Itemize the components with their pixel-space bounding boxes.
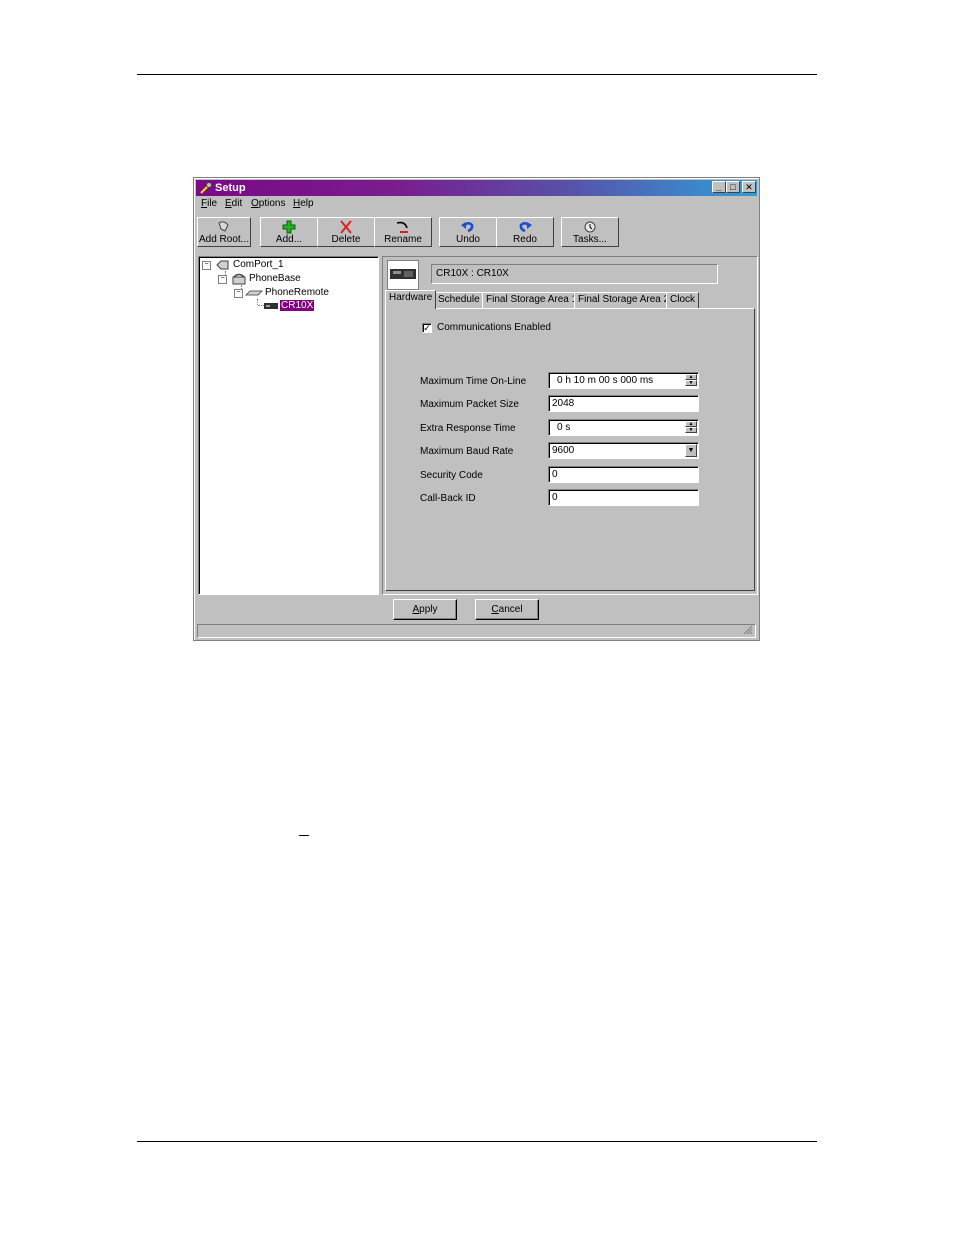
extra-response-time-field[interactable]: 0 s ▲ ▼ — [548, 419, 699, 436]
undo-button[interactable]: Undo — [439, 217, 497, 247]
security-code-field[interactable]: 0 — [548, 466, 699, 483]
page-top-rule — [137, 74, 817, 75]
device-header: CR10X : CR10X — [431, 264, 718, 284]
extra-response-time-spinner[interactable]: ▲ ▼ — [685, 421, 697, 434]
menu-options[interactable]: Options — [251, 198, 285, 209]
security-code-label: Security Code — [420, 470, 483, 481]
device-tree[interactable]: − ComPort_1 − PhoneBase − PhoneRemote CR… — [198, 256, 379, 595]
max-time-online-field[interactable]: 0 h 10 m 00 s 000 ms ▲ ▼ — [548, 372, 699, 389]
tab-hardware[interactable]: Hardware — [385, 290, 437, 309]
properties-panel: CR10X : CR10X Hardware Schedule Final St… — [382, 256, 758, 595]
undo-icon — [461, 222, 474, 233]
spin-down-icon: ▼ — [685, 427, 697, 433]
tab-final-storage-area-1[interactable]: Final Storage Area 1 — [482, 292, 582, 308]
title-bar[interactable]: Setup _ □ ✕ — [196, 180, 757, 196]
chevron-down-icon[interactable]: ▼ — [685, 444, 697, 457]
datalogger-icon — [264, 303, 278, 309]
tab-final-storage-area-2[interactable]: Final Storage Area 2 — [574, 292, 674, 308]
spin-down-icon: ▼ — [685, 380, 697, 386]
max-baud-rate-label: Maximum Baud Rate — [420, 446, 514, 457]
communications-enabled-label: Communications Enabled — [437, 322, 551, 333]
collapse-icon[interactable]: − — [202, 261, 211, 270]
phone-base-icon — [232, 273, 246, 285]
delete-icon — [340, 220, 352, 234]
hardware-tab-page: ✓ Communications Enabled Maximum Time On… — [385, 308, 755, 591]
device-image — [387, 260, 419, 290]
datalogger-icon — [390, 269, 416, 279]
maximize-button[interactable]: □ — [726, 181, 740, 193]
add-root-icon — [218, 221, 229, 232]
close-button[interactable]: ✕ — [742, 181, 756, 193]
menu-file[interactable]: File — [201, 198, 217, 209]
max-packet-size-label: Maximum Packet Size — [420, 399, 519, 410]
phone-remote-icon — [245, 290, 263, 296]
add-button[interactable]: Add... — [260, 217, 318, 247]
apply-button[interactable]: Apply — [393, 599, 457, 620]
max-packet-size-field[interactable]: 2048 — [548, 395, 699, 412]
setup-app-icon — [200, 182, 212, 194]
collapse-icon[interactable]: − — [234, 289, 243, 298]
status-bar — [197, 624, 756, 638]
setup-window: Setup _ □ ✕ File Edit Options Help Add R… — [193, 177, 760, 641]
resize-grip-icon[interactable] — [743, 625, 753, 635]
menu-help[interactable]: Help — [293, 198, 314, 209]
tab-clock[interactable]: Clock — [666, 292, 700, 308]
tasks-icon — [584, 221, 596, 233]
collapse-icon[interactable]: − — [218, 275, 227, 284]
add-root-button[interactable]: Add Root... — [197, 217, 251, 247]
tasks-button[interactable]: Tasks... — [561, 217, 619, 247]
cancel-button[interactable]: Cancel — [475, 599, 539, 620]
menu-edit[interactable]: Edit — [225, 198, 242, 209]
comport-icon — [216, 260, 229, 270]
delete-button[interactable]: Delete — [317, 217, 375, 247]
rename-icon — [396, 221, 408, 233]
communications-enabled-checkbox[interactable]: ✓ — [422, 323, 432, 333]
redo-icon — [519, 222, 532, 233]
tab-schedule[interactable]: Schedule — [434, 292, 484, 308]
call-back-id-field[interactable]: 0 — [548, 489, 699, 506]
stray-mark — [299, 835, 309, 836]
call-back-id-label: Call-Back ID — [420, 493, 476, 504]
max-time-online-spinner[interactable]: ▲ ▼ — [685, 374, 697, 387]
max-time-online-label: Maximum Time On-Line — [420, 376, 527, 387]
minimize-button[interactable]: _ — [712, 181, 726, 193]
extra-response-time-label: Extra Response Time — [420, 423, 516, 434]
redo-button[interactable]: Redo — [496, 217, 554, 247]
window-title: Setup — [215, 182, 246, 194]
add-icon — [282, 220, 296, 234]
max-baud-rate-select[interactable]: 9600 ▼ — [548, 442, 699, 459]
page-bottom-rule — [137, 1141, 817, 1142]
rename-button[interactable]: Rename — [374, 217, 432, 247]
selected-node-label: CR10X — [280, 300, 315, 311]
